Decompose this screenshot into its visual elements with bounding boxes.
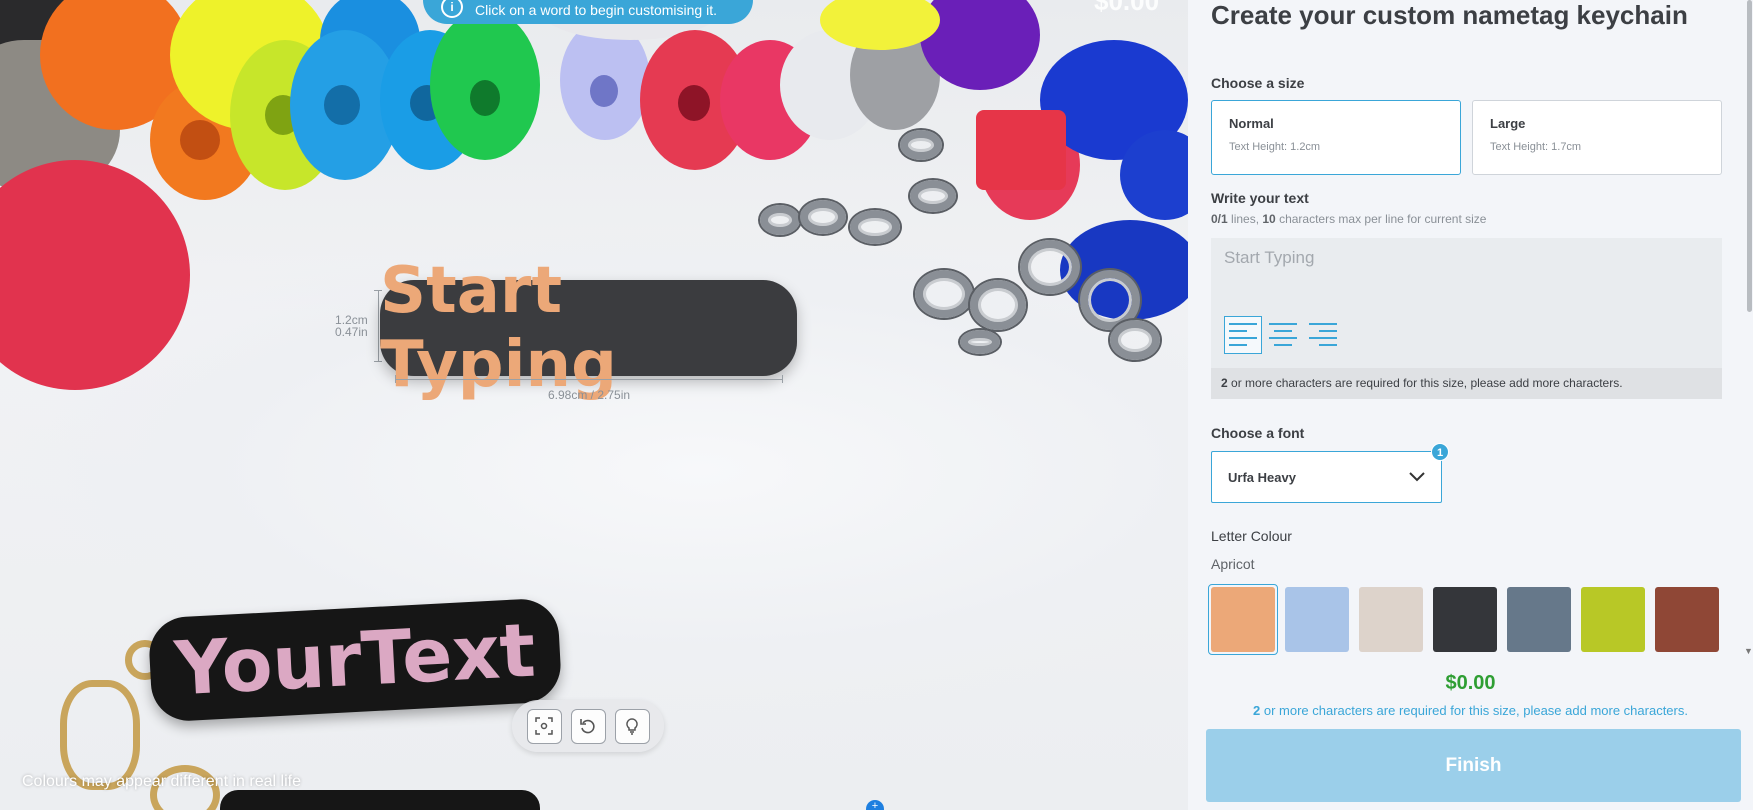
- colour-swatch[interactable]: [1282, 584, 1352, 655]
- colour-swatch-fill: [1655, 587, 1719, 652]
- size-option-large[interactable]: Large Text Height: 1.7cm: [1472, 100, 1722, 175]
- metal-bead: [915, 270, 973, 318]
- filament-roll: [0, 160, 190, 390]
- total-price: $0.00: [1445, 672, 1496, 694]
- metal-bead: [800, 200, 846, 234]
- preview-price: $0.00: [1094, 0, 1160, 16]
- colour-swatch[interactable]: [1430, 584, 1500, 655]
- size-section-label: Choose a size: [1211, 75, 1305, 91]
- tips-button[interactable]: [614, 708, 650, 744]
- info-banner: i Click on a word to begin customising i…: [423, 0, 753, 24]
- colour-swatch[interactable]: [1578, 584, 1648, 655]
- font-count-badge: 1: [1431, 443, 1449, 461]
- colour-swatches: [1208, 584, 1722, 655]
- colour-swatch-fill: [1285, 587, 1349, 652]
- preview-toolbar: [512, 700, 664, 752]
- nametag-text-input[interactable]: [1224, 248, 1704, 268]
- lightbulb-icon: [626, 718, 638, 735]
- metal-bead: [850, 210, 900, 244]
- reset-button[interactable]: [570, 708, 606, 744]
- metal-bead: [760, 205, 800, 235]
- font-dropdown[interactable]: Urfa Heavy: [1211, 451, 1442, 503]
- size-option-name: Large: [1490, 116, 1526, 131]
- colour-swatch-fill: [1211, 587, 1275, 652]
- text-alignment-group: [1224, 316, 1342, 354]
- width-dimension-label: 6.98cm / 2.75in: [548, 388, 631, 402]
- colour-section-label: Letter Colour: [1211, 528, 1292, 544]
- focus-button[interactable]: [526, 708, 562, 744]
- align-left-icon: [1229, 323, 1257, 346]
- filament-roll: [430, 10, 540, 160]
- font-section-label: Choose a font: [1211, 425, 1305, 441]
- finish-button[interactable]: Finish: [1206, 729, 1741, 802]
- size-option-normal[interactable]: Normal Text Height: 1.2cm: [1211, 100, 1461, 175]
- width-dimension-line: [395, 375, 783, 383]
- info-icon: i: [441, 0, 463, 18]
- customizer-panel: Create your custom nametag keychain Choo…: [1188, 0, 1753, 810]
- colour-swatch-fill: [1507, 587, 1571, 652]
- metal-bead: [1110, 320, 1160, 360]
- character-warning: 2 or more characters are required for th…: [1211, 368, 1722, 399]
- red-bead: [976, 110, 1066, 190]
- focus-icon: [535, 717, 553, 735]
- sample-keychain-text: YourText: [172, 607, 538, 713]
- price-requirement-note: 2 or more characters are required for th…: [1253, 703, 1688, 718]
- metal-bead: [960, 330, 1000, 354]
- colour-swatch-fill: [1359, 587, 1423, 652]
- align-center-icon: [1269, 323, 1297, 346]
- sample-keychain-partial: [220, 790, 540, 810]
- metal-bead: [910, 180, 956, 212]
- align-left-button[interactable]: [1224, 316, 1262, 354]
- selected-colour-name: Apricot: [1211, 556, 1255, 572]
- metal-bead: [1020, 240, 1080, 294]
- align-right-button[interactable]: [1304, 316, 1342, 354]
- size-option-height: Text Height: 1.2cm: [1229, 141, 1321, 153]
- help-bubble-icon[interactable]: +: [866, 800, 884, 810]
- text-editor: [1211, 238, 1722, 368]
- colour-swatch-fill: [1433, 587, 1497, 652]
- panel-scrollbar-thumb[interactable]: [1747, 0, 1752, 312]
- font-selected-value: Urfa Heavy: [1228, 469, 1296, 485]
- scroll-down-icon[interactable]: ▼: [1744, 646, 1753, 656]
- chevron-down-icon: [1409, 472, 1425, 482]
- nametag-preview[interactable]: Start Typing: [380, 254, 797, 402]
- text-section-label: Write your text: [1211, 190, 1309, 206]
- colour-swatch-fill: [1581, 587, 1645, 652]
- metal-bead: [900, 130, 942, 160]
- page-title: Create your custom nametag keychain: [1211, 0, 1688, 30]
- align-right-icon: [1309, 323, 1337, 346]
- size-option-name: Normal: [1229, 116, 1274, 131]
- size-option-height: Text Height: 1.7cm: [1490, 141, 1582, 153]
- keychain-preview[interactable]: i Click on a word to begin customising i…: [0, 0, 1188, 810]
- sample-keychain: YourText: [147, 597, 563, 723]
- align-center-button[interactable]: [1264, 316, 1302, 354]
- colour-swatch[interactable]: [1652, 584, 1722, 655]
- text-limit-hint: 0/1 lines, 10 characters max per line fo…: [1211, 212, 1487, 226]
- reset-icon: [580, 719, 595, 734]
- colour-swatch[interactable]: [1208, 584, 1278, 655]
- height-dimension-label: 1.2cm 0.47in: [335, 313, 368, 339]
- info-banner-text: Click on a word to begin customising it.: [475, 2, 717, 18]
- colour-disclaimer: Colours may appear different in real lif…: [22, 773, 301, 790]
- colour-swatch[interactable]: [1356, 584, 1426, 655]
- metal-bead: [970, 280, 1026, 330]
- colour-swatch[interactable]: [1504, 584, 1574, 655]
